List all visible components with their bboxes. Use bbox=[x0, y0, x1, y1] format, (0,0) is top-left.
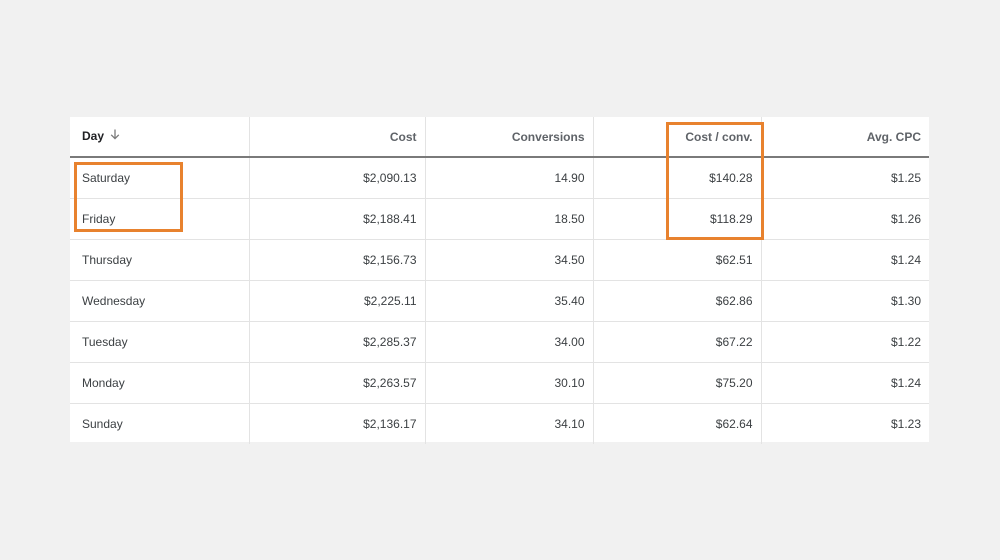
cell-cost: $2,263.57 bbox=[249, 362, 426, 404]
cell-conversions: 14.90 bbox=[425, 157, 594, 199]
cell-cost: $2,136.17 bbox=[249, 403, 426, 444]
cell-conversions: 30.10 bbox=[425, 362, 594, 404]
cell-avg-cpc: $1.22 bbox=[761, 321, 929, 363]
cell-cost-per-conv: $62.64 bbox=[593, 403, 762, 444]
table-row: Thursday $2,156.73 34.50 $62.51 $1.24 bbox=[70, 239, 929, 281]
cell-cost: $2,090.13 bbox=[249, 157, 426, 199]
cell-day: Monday bbox=[70, 362, 250, 404]
column-header-day[interactable]: Day bbox=[70, 117, 250, 158]
column-header-cost[interactable]: Cost bbox=[249, 117, 426, 158]
cell-conversions: 34.00 bbox=[425, 321, 594, 363]
cell-cost-per-conv: $62.51 bbox=[593, 239, 762, 281]
cell-cost-per-conv: $140.28 bbox=[593, 157, 762, 199]
cell-cost-per-conv: $75.20 bbox=[593, 362, 762, 404]
cell-day: Saturday bbox=[70, 157, 250, 199]
column-header-cost-per-conv[interactable]: Cost / conv. bbox=[593, 117, 762, 158]
cell-avg-cpc: $1.26 bbox=[761, 198, 929, 240]
table-row: Tuesday $2,285.37 34.00 $67.22 $1.22 bbox=[70, 321, 929, 363]
cell-conversions: 34.50 bbox=[425, 239, 594, 281]
cell-day: Wednesday bbox=[70, 280, 250, 322]
cell-avg-cpc: $1.24 bbox=[761, 239, 929, 281]
column-header-day-label: Day bbox=[82, 129, 105, 144]
table-row: Monday $2,263.57 30.10 $75.20 $1.24 bbox=[70, 362, 929, 404]
cell-avg-cpc: $1.25 bbox=[761, 157, 929, 199]
cell-cost-per-conv: $62.86 bbox=[593, 280, 762, 322]
cell-day: Friday bbox=[70, 198, 250, 240]
column-header-avg-cpc[interactable]: Avg. CPC bbox=[761, 117, 929, 158]
cell-day: Thursday bbox=[70, 239, 250, 281]
column-header-conversions[interactable]: Conversions bbox=[425, 117, 594, 158]
cell-conversions: 18.50 bbox=[425, 198, 594, 240]
day-of-week-performance-table: Day Cost Conversions Cost / conv. Avg. C… bbox=[70, 117, 929, 444]
arrow-down-icon[interactable] bbox=[110, 129, 120, 143]
cell-conversions: 34.10 bbox=[425, 403, 594, 444]
cell-avg-cpc: $1.23 bbox=[890, 416, 921, 431]
cell-conversions: 35.40 bbox=[425, 280, 594, 322]
table-row: Saturday $2,090.13 14.90 $140.28 $1.25 bbox=[70, 157, 929, 199]
cell-avg-cpc: $1.30 bbox=[761, 280, 929, 322]
cell-day: Tuesday bbox=[70, 321, 250, 363]
table-row: Sunday $2,136.17 34.10 $62.64 $1.23 bbox=[70, 403, 929, 444]
table-row: Wednesday $2,225.11 35.40 $62.86 $1.30 bbox=[70, 280, 929, 322]
cell-cost: $2,225.11 bbox=[249, 280, 426, 322]
cell-cost: $2,188.41 bbox=[249, 198, 426, 240]
table-row: Friday $2,188.41 18.50 $118.29 $1.26 bbox=[70, 198, 929, 240]
cell-cost-per-conv: $118.29 bbox=[593, 198, 762, 240]
header-row: Day Cost Conversions Cost / conv. Avg. C… bbox=[70, 117, 929, 158]
table-header: Day Cost Conversions Cost / conv. Avg. C… bbox=[70, 117, 929, 158]
performance-table-card: Day Cost Conversions Cost / conv. Avg. C… bbox=[70, 117, 929, 444]
cell-cost: $2,156.73 bbox=[249, 239, 426, 281]
cell-avg-cpc: $1.24 bbox=[761, 362, 929, 404]
cell-cost: $2,285.37 bbox=[249, 321, 426, 363]
table-body: Saturday $2,090.13 14.90 $140.28 $1.25 F… bbox=[70, 157, 929, 444]
cell-day: Sunday bbox=[70, 403, 250, 444]
cell-cost-per-conv: $67.22 bbox=[593, 321, 762, 363]
